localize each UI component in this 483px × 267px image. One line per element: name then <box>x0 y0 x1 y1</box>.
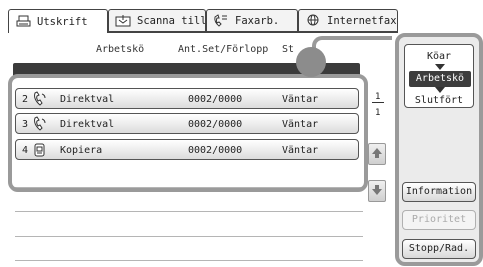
job-status: Väntar <box>282 145 319 156</box>
job-name: Direktval <box>60 119 115 130</box>
information-button[interactable]: Information <box>402 182 476 202</box>
printer-icon <box>15 15 31 29</box>
tab-label: Utskrift <box>37 15 88 28</box>
empty-row-divider <box>15 260 363 261</box>
triangle-down-icon <box>435 87 445 93</box>
arrow-down-icon <box>372 184 382 198</box>
scan-icon <box>115 14 131 28</box>
internet-fax-icon <box>305 14 321 28</box>
scroll-up-button[interactable] <box>368 143 386 165</box>
job-number: 4 <box>22 145 29 156</box>
job-number: 2 <box>22 94 29 105</box>
page-current: 1 <box>375 92 381 102</box>
mode-selected[interactable]: Arbetskö <box>409 71 471 87</box>
header-status: St <box>282 44 295 55</box>
job-status: Väntar <box>282 94 319 105</box>
job-row[interactable]: 2 Direktval 0002/0000 Väntar <box>15 88 359 109</box>
stop-delete-button[interactable]: Stopp/Rad. <box>402 239 476 259</box>
queue-mode-selector[interactable]: Köar Arbetskö Slutfört <box>404 44 474 108</box>
priority-button[interactable]: Prioritet <box>402 210 476 230</box>
empty-row-divider <box>15 187 363 188</box>
triangle-down-icon <box>435 64 445 70</box>
tab-label: Scanna till <box>137 14 206 27</box>
mode-completed[interactable]: Slutfört <box>405 95 473 106</box>
tab-fax[interactable]: Faxarb. <box>206 9 298 31</box>
job-number: 3 <box>22 119 29 130</box>
phone-icon <box>32 91 48 107</box>
job-name: Kopiera <box>60 145 103 156</box>
page-divider <box>372 102 384 103</box>
job-count: 0002/0000 <box>188 119 243 130</box>
copy-icon <box>32 142 48 158</box>
tab-label: Internetfax <box>327 14 397 27</box>
page-total: 1 <box>375 108 381 118</box>
job-count: 0002/0000 <box>188 145 243 156</box>
tab-label: Faxarb. <box>235 14 280 27</box>
arrow-up-icon <box>372 147 382 161</box>
tab-internet-fax[interactable]: Internetfax <box>298 9 398 31</box>
fax-icon <box>213 13 229 28</box>
tab-print[interactable]: Utskrift <box>8 9 108 33</box>
phone-icon <box>32 116 48 132</box>
empty-row-divider <box>15 211 363 212</box>
job-count: 0002/0000 <box>188 94 243 105</box>
tab-scan[interactable]: Scanna till <box>108 9 206 31</box>
mode-queued[interactable]: Köar <box>405 51 473 62</box>
job-row[interactable]: 4 Kopiera 0002/0000 Väntar <box>15 139 359 160</box>
scroll-down-button[interactable] <box>368 180 386 202</box>
job-row[interactable]: 3 Direktval 0002/0000 Väntar <box>15 113 359 134</box>
job-status: Väntar <box>282 119 319 130</box>
header-sets-progress: Ant.Set/Förlopp <box>178 44 269 55</box>
empty-row-divider <box>15 236 363 237</box>
callout-marker <box>296 47 326 77</box>
job-name: Direktval <box>60 94 115 105</box>
header-job-queue: Arbetskö <box>96 44 145 55</box>
